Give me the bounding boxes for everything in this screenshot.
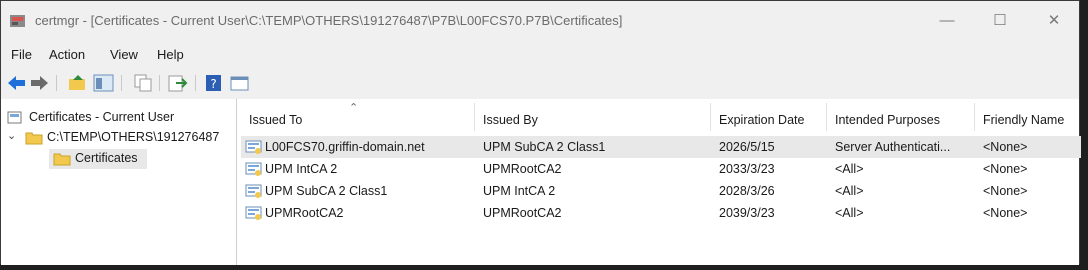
close-button[interactable]: ✕ (1031, 7, 1077, 35)
column-header-expiration-date[interactable]: Expiration Date (711, 103, 827, 131)
expand-chevron-icon[interactable]: ⌄ (7, 129, 16, 142)
cell-friendly-name: <None> (983, 184, 1028, 198)
certificate-icon (245, 162, 262, 176)
sort-ascending-icon: ⌃ (349, 102, 359, 114)
table-row[interactable]: UPMRootCA2 UPMRootCA2 2039/3/23 <All> <N… (241, 202, 1081, 224)
console-tree: Certificates - Current User ⌄ C:\TEMP\OT… (1, 99, 237, 265)
menu-help[interactable]: Help (157, 47, 184, 62)
up-folder-icon[interactable] (67, 73, 89, 93)
forward-arrow-icon[interactable] (28, 73, 50, 93)
column-header-label: Issued To (249, 113, 303, 127)
column-header-intended-purposes[interactable]: Intended Purposes (827, 103, 975, 131)
menu-view[interactable]: View (110, 47, 138, 62)
tree-item-label: C:\TEMP\OTHERS\191276487 (47, 130, 220, 144)
column-header-issued-by[interactable]: Issued By (475, 103, 711, 131)
tree-item-label: Certificates - Current User (29, 110, 175, 124)
cell-intended-purposes: <All> (835, 162, 864, 176)
cell-issued-by: UPMRootCA2 (483, 206, 562, 220)
show-hide-console-tree-icon[interactable] (93, 73, 115, 93)
cell-intended-purposes: <All> (835, 206, 864, 220)
certificate-icon (245, 206, 262, 220)
certificate-icon (245, 140, 262, 154)
folder-icon (53, 153, 71, 166)
show-action-pane-icon[interactable] (229, 73, 251, 93)
cell-issued-by: UPM IntCA 2 (483, 184, 556, 198)
help-icon[interactable]: ? (203, 73, 225, 93)
cell-issued-to: UPM IntCA 2 (265, 162, 338, 176)
minimize-button[interactable]: — (924, 7, 970, 35)
cell-issued-to: UPM SubCA 2 Class1 (265, 184, 388, 198)
certificate-list: Issued To ⌃ Issued By Expiration Date In… (241, 102, 1081, 263)
cell-issued-by: UPM SubCA 2 Class1 (483, 140, 606, 154)
cell-issued-by: UPMRootCA2 (483, 162, 562, 176)
toolbar-separator (159, 75, 160, 91)
console-content: Certificates - Current User ⌄ C:\TEMP\OT… (1, 99, 1081, 265)
cell-issued-to: L00FCS70.griffin-domain.net (265, 140, 425, 154)
cell-intended-purposes: <All> (835, 184, 864, 198)
cell-expiration-date: 2026/5/15 (719, 140, 775, 154)
certmgr-window: certmgr - [Certificates - Current User\C… (0, 0, 1081, 265)
table-row[interactable]: UPM IntCA 2 UPMRootCA2 2033/3/23 <All> <… (241, 158, 1081, 180)
back-arrow-icon[interactable] (6, 73, 28, 93)
svg-text:?: ? (210, 77, 216, 91)
cell-friendly-name: <None> (983, 162, 1028, 176)
maximize-button[interactable]: ☐ (977, 7, 1023, 35)
cell-expiration-date: 2039/3/23 (719, 206, 775, 220)
toolbar-separator (195, 75, 196, 91)
menu-file[interactable]: File (11, 47, 32, 62)
tree-item-certificates[interactable]: Certificates (49, 149, 147, 169)
table-row[interactable]: UPM SubCA 2 Class1 UPM IntCA 2 2028/3/26… (241, 180, 1081, 202)
cell-issued-to: UPMRootCA2 (265, 206, 344, 220)
cell-expiration-date: 2033/3/23 (719, 162, 775, 176)
cell-expiration-date: 2028/3/26 (719, 184, 775, 198)
window-title: certmgr - [Certificates - Current User\C… (35, 13, 623, 28)
certmgr-app-icon (10, 15, 25, 27)
certificate-icon (245, 184, 262, 198)
certificate-store-icon (7, 111, 22, 124)
title-bar[interactable]: certmgr - [Certificates - Current User\C… (1, 1, 1079, 41)
menu-action[interactable]: Action (49, 47, 85, 62)
folder-icon (25, 132, 43, 145)
column-header-issued-to[interactable]: Issued To ⌃ (241, 102, 475, 131)
cell-friendly-name: <None> (983, 140, 1028, 154)
cell-friendly-name: <None> (983, 206, 1028, 220)
cell-intended-purposes: Server Authenticati... (835, 140, 951, 154)
export-list-icon[interactable] (167, 73, 189, 93)
tree-item-label: Certificates (75, 151, 138, 165)
copy-icon[interactable] (132, 73, 154, 93)
toolbar-separator (121, 75, 122, 91)
column-header-friendly-name[interactable]: Friendly Name (975, 103, 1081, 131)
toolbar: ? (1, 67, 1079, 99)
table-row[interactable]: L00FCS70.griffin-domain.net UPM SubCA 2 … (241, 136, 1081, 158)
menu-bar: File Action View Help (1, 41, 1079, 67)
toolbar-separator (56, 75, 57, 91)
